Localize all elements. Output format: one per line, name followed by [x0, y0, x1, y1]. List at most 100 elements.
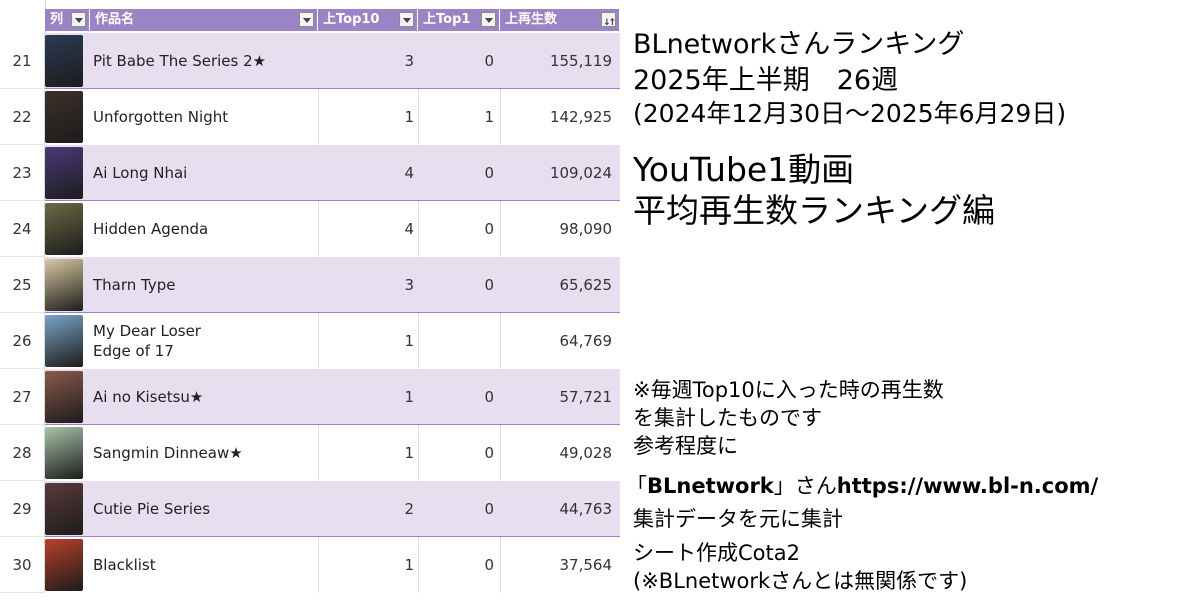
- header-title-label: 作品名: [95, 12, 135, 27]
- views-cell: 98,090: [559, 220, 613, 238]
- ranking-table: 列 作品名 上Top10 上Top1 上再生数 21Pit Babe The S…: [0, 0, 620, 600]
- table-row[interactable]: 27 Ai no Kisetsu★ 1 0 57,721: [0, 369, 620, 425]
- table-row[interactable]: 26 My Dear Loser Edge of 17 1 64,769: [0, 313, 620, 369]
- poster-thumbnail: [45, 147, 83, 199]
- top10-cell: 4: [404, 220, 414, 238]
- views-cell: 155,119: [549, 52, 612, 70]
- poster-thumbnail: [45, 91, 83, 143]
- note-line-3: 参考程度に: [633, 434, 738, 458]
- top10-cell: 1: [404, 556, 414, 574]
- credit-disclaimer: (※BLnetworkさんとは無関係です): [633, 569, 968, 593]
- note-line-1: ※毎週Top10に入った時の再生数: [633, 378, 944, 402]
- top1-cell: 0: [484, 164, 494, 182]
- header-title: 作品名: [90, 9, 318, 31]
- header-top10-label: 上Top10: [323, 12, 380, 27]
- period-label: 2025年上半期 26週: [633, 65, 899, 96]
- header-views-label: 上再生数: [505, 12, 558, 27]
- title-cell: Unforgotten Night: [93, 108, 229, 126]
- top10-cell: 4: [404, 164, 414, 182]
- top1-cell: 0: [484, 52, 494, 70]
- poster-thumbnail: [45, 203, 83, 255]
- top10-cell: 1: [404, 332, 414, 350]
- poster-thumbnail: [45, 371, 83, 423]
- header-top1: 上Top1: [418, 9, 500, 31]
- top10-cell: 1: [404, 388, 414, 406]
- table-row[interactable]: 25 Tharn Type 3 0 65,625: [0, 257, 620, 313]
- subtitle-ranking: 平均再生数ランキング編: [633, 191, 996, 230]
- filter-dropdown-icon[interactable]: [299, 12, 314, 27]
- header-views: 上再生数: [500, 9, 620, 31]
- top10-cell: 3: [404, 276, 414, 294]
- top10-cell: 3: [404, 52, 414, 70]
- row-number: 22: [0, 89, 45, 145]
- title-cell: Edge of 17: [93, 342, 174, 360]
- table-row[interactable]: 21 Pit Babe The Series 2★ 3 0 155,119: [0, 33, 620, 89]
- title-cell: Sangmin Dinneaw★: [93, 444, 243, 462]
- views-cell: 44,763: [559, 500, 613, 518]
- credit-author: シート作成Cota2: [633, 541, 800, 565]
- top1-cell: 0: [484, 556, 494, 574]
- source-bracket-open: 「: [626, 474, 647, 498]
- top10-cell: 1: [404, 444, 414, 462]
- poster-thumbnail: [45, 259, 83, 311]
- row-number: 24: [0, 201, 45, 257]
- table-row[interactable]: 29 Cutie Pie Series 2 0 44,763: [0, 481, 620, 537]
- poster-thumbnail: [45, 539, 83, 591]
- source-bracket-close: 」さん: [773, 474, 837, 498]
- top1-cell: 0: [484, 276, 494, 294]
- filter-dropdown-icon[interactable]: [399, 12, 414, 27]
- title-cell: Ai Long Nhai: [93, 164, 188, 182]
- top10-cell: 2: [404, 500, 414, 518]
- views-cell: 142,925: [549, 108, 612, 126]
- poster-thumbnail: [45, 427, 83, 479]
- row-number: 29: [0, 481, 45, 537]
- source-name: BLnetwork: [647, 474, 774, 498]
- top1-cell: 1: [484, 108, 494, 126]
- row-number: 30: [0, 537, 45, 593]
- views-cell: 109,024: [549, 164, 612, 182]
- header-col: 列: [45, 9, 90, 31]
- table-row[interactable]: 30 Blacklist 1 0 37,564: [0, 537, 620, 593]
- sort-descending-icon[interactable]: [601, 12, 616, 31]
- table-row[interactable]: 22 Unforgotten Night 1 1 142,925: [0, 89, 620, 145]
- title-cell: Pit Babe The Series 2★: [93, 52, 267, 70]
- date-range: (2024年12月30日〜2025年6月29日): [633, 99, 1067, 128]
- views-cell: 64,769: [559, 332, 613, 350]
- header-top10: 上Top10: [318, 9, 418, 31]
- filter-dropdown-icon[interactable]: [71, 12, 86, 27]
- poster-thumbnail: [45, 315, 83, 367]
- poster-thumbnail: [45, 35, 83, 87]
- top1-cell: 0: [484, 500, 494, 518]
- top1-cell: 0: [484, 444, 494, 462]
- source-note: 集計データを元に集計: [633, 507, 843, 531]
- views-cell: 37,564: [559, 556, 613, 574]
- top10-cell: 1: [404, 108, 414, 126]
- title-cell: Cutie Pie Series: [93, 500, 211, 518]
- row-number: 23: [0, 145, 45, 201]
- row-number: 28: [0, 425, 45, 481]
- table-row[interactable]: 28 Sangmin Dinneaw★ 1 0 49,028: [0, 425, 620, 481]
- table-row[interactable]: 24 Hidden Agenda 4 0 98,090: [0, 201, 620, 257]
- views-cell: 65,625: [559, 276, 613, 294]
- filter-dropdown-icon[interactable]: [481, 12, 496, 27]
- title-cell: Blacklist: [93, 556, 156, 574]
- title-cell: Hidden Agenda: [93, 220, 209, 238]
- row-number: 21: [0, 33, 45, 89]
- title-cell: My Dear Loser: [93, 322, 201, 340]
- table-row[interactable]: 23 Ai Long Nhai 4 0 109,024: [0, 145, 620, 201]
- views-cell: 49,028: [559, 444, 613, 462]
- title-cell: Ai no Kisetsu★: [93, 388, 204, 406]
- header-col-label: 列: [50, 12, 64, 27]
- top1-cell: 0: [484, 220, 494, 238]
- header-top1-label: 上Top1: [423, 12, 471, 27]
- row-number: 27: [0, 369, 45, 425]
- source-url-link[interactable]: https://www.bl-n.com/: [837, 474, 1098, 498]
- row-number: 25: [0, 257, 45, 313]
- column-divider: [418, 313, 419, 369]
- poster-thumbnail: [45, 483, 83, 535]
- note-line-2: を集計したものです: [633, 406, 822, 430]
- row-number: 26: [0, 313, 45, 369]
- corner-cell: [0, 0, 46, 33]
- ranking-heading: BLnetworkさんランキング: [633, 29, 965, 60]
- top1-cell: 0: [484, 388, 494, 406]
